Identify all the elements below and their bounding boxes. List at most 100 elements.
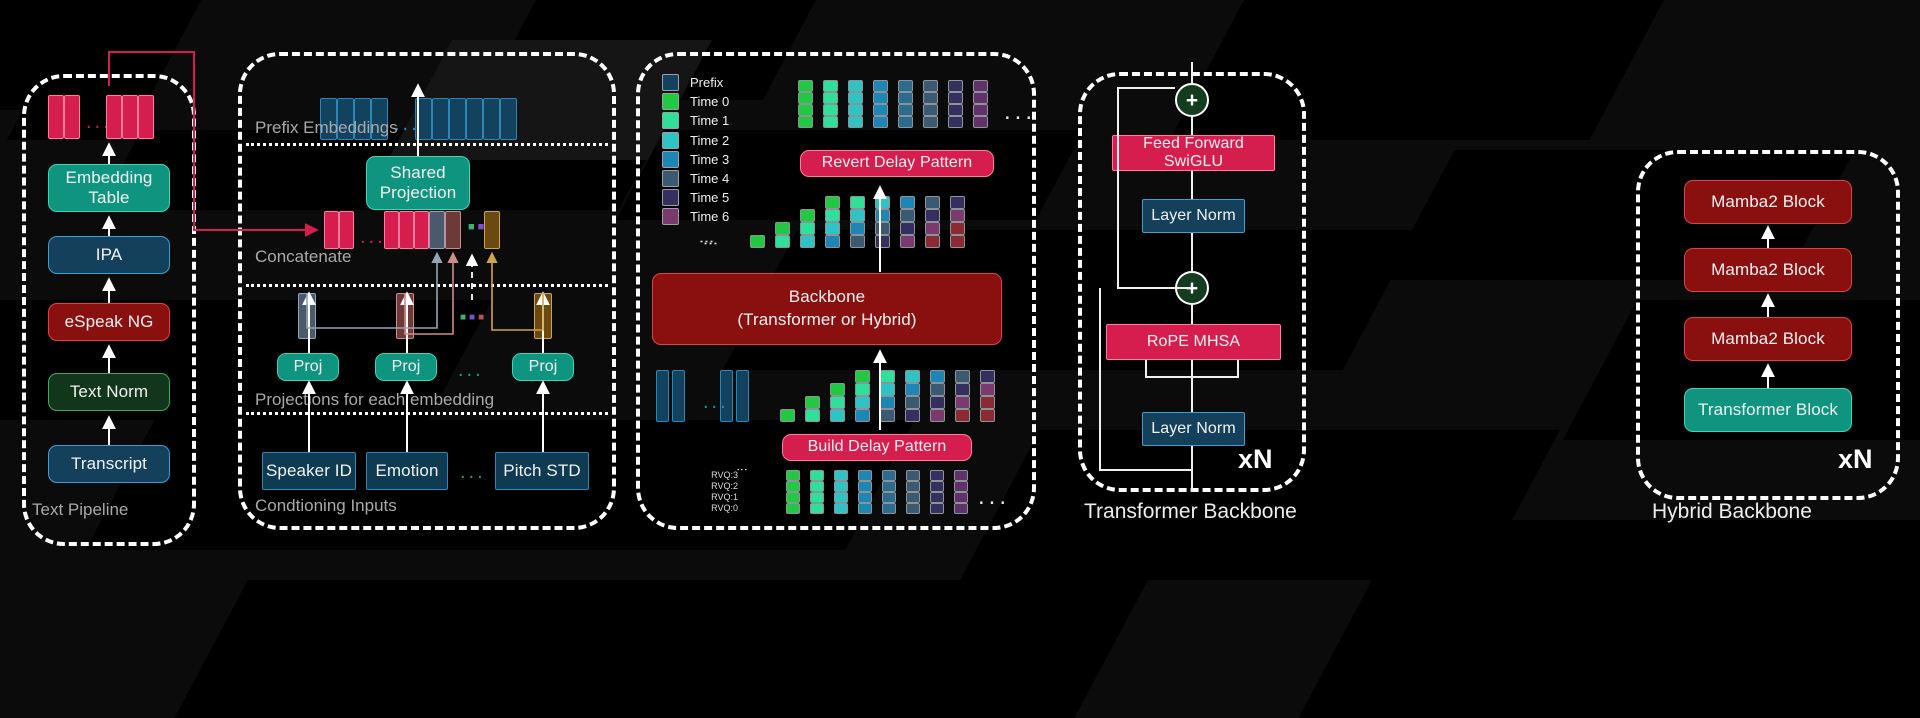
token-cell: [805, 409, 820, 422]
token-cell: [823, 80, 838, 92]
token-cell: [905, 409, 920, 422]
node-label: Layer Norm: [1151, 206, 1236, 224]
node-transcript[interactable]: Transcript: [48, 445, 170, 483]
token-cell: [950, 196, 965, 209]
legend-item: Time 1: [662, 112, 730, 130]
token-cell: [848, 104, 863, 116]
token-cell: [954, 470, 968, 481]
token-cell: [775, 222, 790, 235]
token-cell: [672, 370, 685, 422]
node-proj-pitch[interactable]: Proj: [512, 353, 574, 381]
legend-swatch: [662, 131, 679, 149]
token-cell: [948, 116, 963, 128]
token-cell: [834, 481, 848, 492]
token-cell: [905, 370, 920, 383]
token-cell: [848, 80, 863, 92]
node-espeak-ng[interactable]: eSpeak NG: [48, 303, 170, 341]
node-text-norm[interactable]: Text Norm: [48, 373, 170, 411]
node-label-line2: (Transformer or Hybrid): [737, 310, 917, 329]
token-cell: [930, 396, 945, 409]
legend-label: Time 6: [690, 209, 730, 225]
proj-ellipsis: ...: [458, 359, 484, 381]
token-cell: [873, 80, 888, 92]
token-cell: [855, 396, 870, 409]
legend-label: Time 5: [690, 190, 730, 206]
node-mamba2-block-3[interactable]: Mamba2 Block: [1684, 180, 1852, 224]
background-band: [152, 580, 1148, 718]
token-cell: [850, 235, 865, 248]
legend-item: Time 3: [662, 150, 729, 168]
token-cell: [750, 235, 765, 248]
node-label: Mamba2 Block: [1711, 329, 1825, 349]
node-mamba2-block-1[interactable]: Mamba2 Block: [1684, 317, 1852, 361]
token-cell: [900, 222, 915, 235]
token-cell: [798, 92, 813, 104]
node-emotion[interactable]: Emotion: [366, 452, 448, 490]
token-cell: [880, 383, 895, 396]
grid-bottom-prefix-ellipsis: ...: [703, 391, 729, 413]
token-cell: [810, 481, 824, 492]
token-cell: [950, 235, 965, 248]
token-cell: [923, 92, 938, 104]
embedding-strip-ellipsis: ■■■: [460, 312, 488, 323]
node-label: Shared Projection: [379, 163, 457, 202]
node-backbone[interactable]: Backbone (Transformer or Hybrid): [652, 273, 1002, 345]
legend-label: Time 1: [690, 113, 730, 129]
token-cell: [898, 92, 913, 104]
node-label: Layer Norm: [1151, 419, 1236, 437]
rvq-more-icon: ⋮: [735, 464, 748, 475]
token-cell: [973, 92, 988, 104]
token-cell: [834, 470, 848, 481]
divider-concat: [246, 284, 608, 287]
node-layer-norm-lower[interactable]: Layer Norm: [1142, 412, 1245, 446]
caption-concatenate: Concatenate: [255, 247, 352, 266]
add-node-top: +: [1175, 83, 1209, 117]
token-cell: [798, 104, 813, 116]
token-ellipsis-concat: ...: [360, 226, 386, 248]
node-label: Speaker ID: [265, 461, 353, 481]
node-pitch-std[interactable]: Pitch STD: [495, 452, 589, 490]
token-cell: [825, 235, 840, 248]
legend-label: Time 4: [690, 171, 730, 186]
token-cell: [882, 503, 896, 514]
node-mamba2-block-2[interactable]: Mamba2 Block: [1684, 248, 1852, 292]
token-cell: [775, 235, 790, 248]
token-cell: [786, 470, 800, 481]
button-label: Revert Delay Pattern: [821, 154, 973, 172]
node-speaker-id[interactable]: Speaker ID: [262, 452, 356, 490]
background-band: [1276, 520, 1920, 718]
legend-swatch: [662, 74, 679, 91]
legend-item: Time 5: [662, 189, 730, 207]
token-cell: [900, 196, 915, 209]
node-rope-mhsa[interactable]: RoPE MHSA: [1106, 324, 1281, 360]
token-cell: [900, 209, 915, 222]
token-cell: [930, 503, 944, 514]
node-proj-emotion[interactable]: Proj: [375, 353, 437, 381]
legend-item: Time 2: [662, 131, 729, 149]
legend-swatch: [662, 93, 679, 111]
node-transformer-block[interactable]: Transformer Block: [1684, 388, 1852, 432]
node-ipa[interactable]: IPA: [48, 236, 170, 274]
node-feed-forward-swiglu[interactable]: Feed Forward SwiGLU: [1112, 135, 1275, 171]
token-cell: [882, 470, 896, 481]
token-cell: [858, 481, 872, 492]
embedding-strip-emotion: [396, 293, 414, 339]
token-cell: [855, 370, 870, 383]
token-cell: [825, 209, 840, 222]
token-cell: [848, 116, 863, 128]
node-shared-projection[interactable]: Shared Projection: [366, 156, 470, 210]
token-cell: [980, 396, 995, 409]
token-cell: [905, 383, 920, 396]
token-cell: [882, 481, 896, 492]
transformer-repeat-count: xN: [1238, 444, 1273, 474]
node-proj-speaker[interactable]: Proj: [277, 353, 339, 381]
button-build-delay-pattern[interactable]: Build Delay Pattern: [782, 434, 972, 461]
node-layer-norm-upper[interactable]: Layer Norm: [1142, 199, 1245, 233]
node-label: RoPE MHSA: [1146, 332, 1241, 350]
caption-conditioning-inputs: Condtioning Inputs: [255, 496, 397, 515]
token-cell: [880, 370, 895, 383]
node-embedding-table[interactable]: Embedding Table: [48, 164, 170, 212]
token-cell: [950, 209, 965, 222]
token-cell: [930, 481, 944, 492]
button-revert-delay-pattern[interactable]: Revert Delay Pattern: [800, 150, 994, 177]
